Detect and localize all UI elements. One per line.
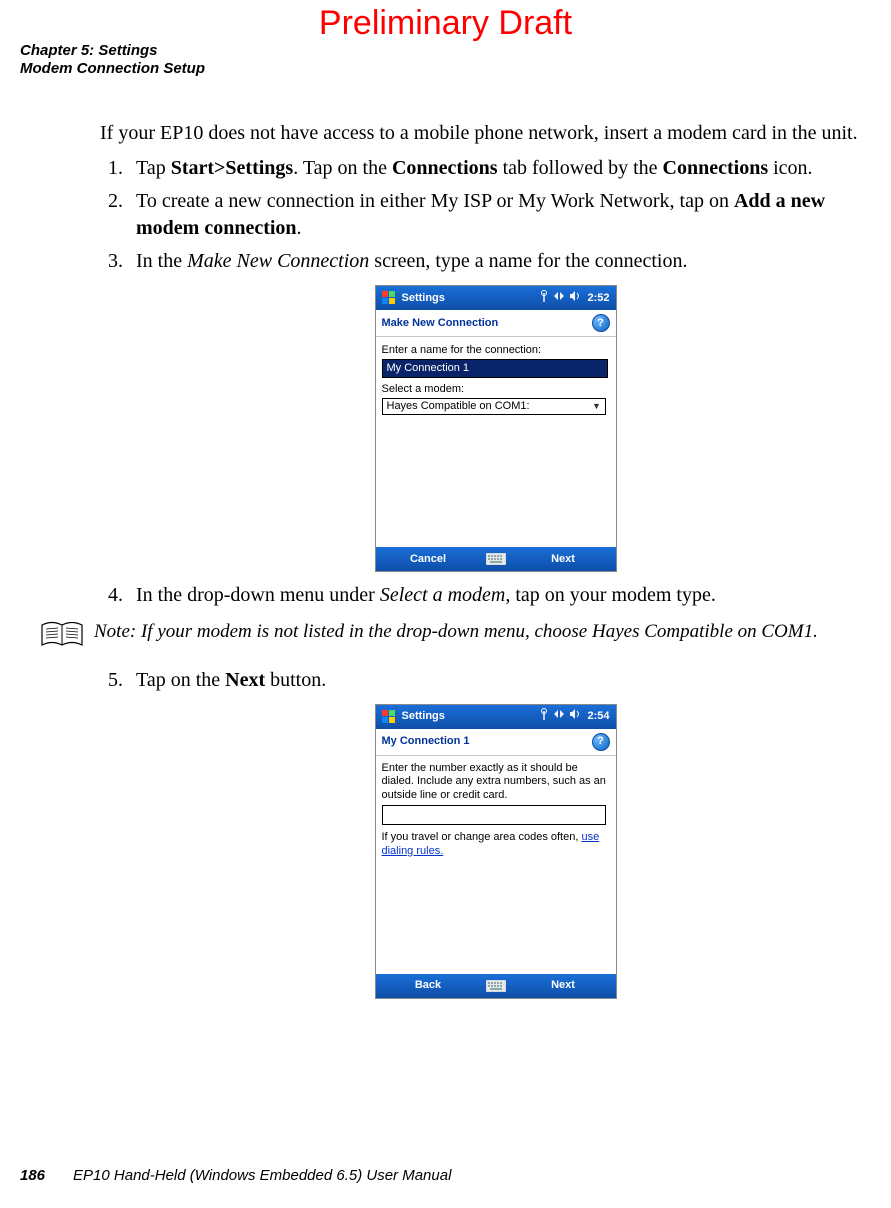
windows-start-icon[interactable] <box>382 710 396 724</box>
speaker-icon <box>569 708 581 725</box>
step-3: In the Make New Connection screen, type … <box>128 248 891 275</box>
device2-title: Settings <box>402 709 445 724</box>
step-list-bottom: Tap on the Next button. <box>100 667 891 694</box>
device2-screen-title: My Connection 1 <box>382 734 470 749</box>
device2-title-bar: Settings 2:54 <box>376 705 616 729</box>
connection-name-input[interactable]: My Connection 1 <box>382 359 608 378</box>
page-body: If your EP10 does not have access to a m… <box>100 120 891 1009</box>
device1-title: Settings <box>402 291 445 306</box>
device2-menu-bar: Back Next <box>376 974 616 998</box>
device1-title-bar: Settings 2:52 <box>376 286 616 310</box>
step-list-mid: In the drop-down menu under Select a mod… <box>100 582 891 609</box>
manual-title: EP10 Hand-Held (Windows Embedded 6.5) Us… <box>73 1167 451 1184</box>
device1-modem-label: Select a modem: <box>382 382 610 397</box>
chapter-title: Chapter 5: Settings <box>20 42 205 60</box>
note-text: Note: If your modem is not listed in the… <box>94 619 891 645</box>
watermark-preliminary-draft: Preliminary Draft <box>0 4 891 43</box>
device2-instruction: Enter the number exactly as it should be… <box>382 762 610 803</box>
device2-body: Enter the number exactly as it should be… <box>376 756 616 974</box>
page-footer: 186 EP10 Hand-Held (Windows Embedded 6.5)… <box>20 1167 451 1184</box>
antenna-icon <box>539 290 549 307</box>
device1-clock: 2:52 <box>587 291 609 306</box>
modem-select-value: Hayes Compatible on COM1: <box>387 399 530 414</box>
back-button[interactable]: Back <box>376 974 481 997</box>
device1-screen-title: Make New Connection <box>382 316 499 331</box>
connection-icon <box>553 708 565 725</box>
next-button[interactable]: Next <box>511 974 616 997</box>
help-icon[interactable]: ? <box>592 314 610 332</box>
section-title: Modem Connection Setup <box>20 60 205 78</box>
figure-enter-number: Settings 2:54 My Connection 1 ? <box>100 704 891 999</box>
device1-menu-bar: Cancel Next <box>376 547 616 571</box>
windows-start-icon[interactable] <box>382 291 396 305</box>
device2-clock: 2:54 <box>587 709 609 724</box>
chevron-down-icon: ▼ <box>589 400 605 412</box>
connection-icon <box>553 290 565 307</box>
cancel-button[interactable]: Cancel <box>376 548 481 571</box>
step-2: To create a new connection in either My … <box>128 188 891 242</box>
page-running-header: Chapter 5: Settings Modem Connection Set… <box>20 42 205 78</box>
next-button[interactable]: Next <box>511 548 616 571</box>
device-screenshot-2: Settings 2:54 My Connection 1 ? <box>375 704 617 999</box>
device1-body: Enter a name for the connection: My Conn… <box>376 337 616 547</box>
step-5: Tap on the Next button. <box>128 667 891 694</box>
modem-select-combo[interactable]: Hayes Compatible on COM1: ▼ <box>382 398 606 415</box>
intro-paragraph: If your EP10 does not have access to a m… <box>100 120 891 147</box>
note-block: Note: If your modem is not listed in the… <box>40 619 891 657</box>
keyboard-icon[interactable] <box>481 553 511 565</box>
book-note-icon <box>40 621 84 657</box>
step-list-top: Tap Start>Settings. Tap on the Connectio… <box>100 155 891 275</box>
device1-screen-title-bar: Make New Connection ? <box>376 310 616 337</box>
phone-number-input[interactable] <box>382 805 606 825</box>
antenna-icon <box>539 708 549 725</box>
speaker-icon <box>569 290 581 307</box>
page-number: 186 <box>20 1167 45 1184</box>
device2-hint: If you travel or change area codes often… <box>382 831 610 859</box>
device1-name-label: Enter a name for the connection: <box>382 343 610 358</box>
device-screenshot-1: Settings 2:52 Make New Connection ? <box>375 285 617 572</box>
step-1: Tap Start>Settings. Tap on the Connectio… <box>128 155 891 182</box>
help-icon[interactable]: ? <box>592 733 610 751</box>
device2-screen-title-bar: My Connection 1 ? <box>376 729 616 756</box>
step-4: In the drop-down menu under Select a mod… <box>128 582 891 609</box>
keyboard-icon[interactable] <box>481 980 511 992</box>
figure-make-new-connection: Settings 2:52 Make New Connection ? <box>100 285 891 572</box>
